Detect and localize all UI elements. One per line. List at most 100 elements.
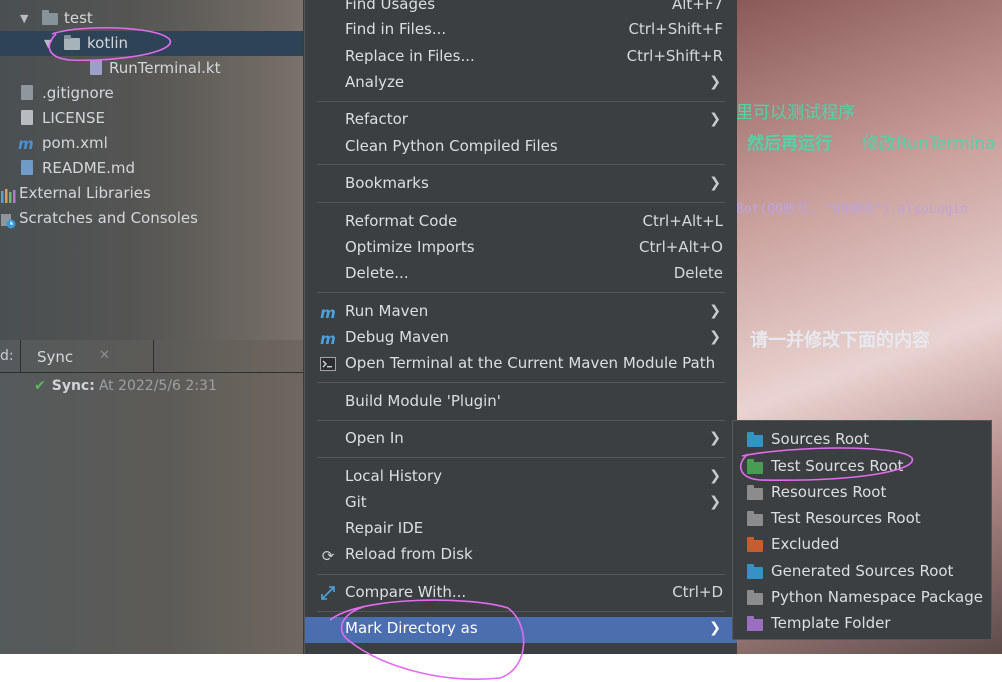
menu-item-analyze[interactable]: Analyze ❯ bbox=[305, 71, 737, 97]
check-icon: ✔ bbox=[34, 378, 46, 394]
menu-item-repair-ide[interactable]: Repair IDE bbox=[305, 517, 737, 543]
menu-item-reload-from-disk[interactable]: ⟳ Reload from Disk bbox=[305, 543, 737, 569]
chevron-right-icon: ❯ bbox=[709, 111, 721, 127]
tree-item-label: kotlin bbox=[87, 34, 129, 52]
tab-sync[interactable]: Sync ✕ bbox=[20, 340, 154, 372]
context-menu: Find Usages Alt+F7 Find in Files... Ctrl… bbox=[304, 0, 737, 654]
folder-icon bbox=[64, 35, 80, 51]
tree-item-label: LICENSE bbox=[42, 109, 105, 127]
menu-item-run-maven[interactable]: m Run Maven ❯ bbox=[305, 300, 737, 326]
chevron-right-icon: ❯ bbox=[709, 74, 721, 90]
sync-status-time: At 2022/5/6 2:31 bbox=[98, 378, 217, 394]
menu-item-find-in-files[interactable]: Find in Files... Ctrl+Shift+F bbox=[305, 18, 737, 44]
close-icon[interactable]: ✕ bbox=[99, 348, 110, 363]
submenu-item-template-folder[interactable]: Template Folder bbox=[733, 611, 991, 637]
reload-icon: ⟳ bbox=[321, 547, 335, 565]
submenu-item-label: Template Folder bbox=[771, 614, 891, 632]
menu-item-mark-directory-as[interactable]: Mark Directory as ❯ bbox=[305, 617, 737, 643]
submenu-item-python-namespace-package[interactable]: Python Namespace Package bbox=[733, 585, 991, 611]
menu-item-shortcut: Alt+F7 bbox=[671, 0, 723, 13]
submenu-item-label: Generated Sources Root bbox=[771, 562, 954, 580]
menu-item-label: Reformat Code bbox=[345, 212, 458, 230]
submenu-item-generated-sources-root[interactable]: Generated Sources Root bbox=[733, 559, 991, 585]
menu-item-open-in[interactable]: Open In ❯ bbox=[305, 427, 737, 453]
menu-item-compare-with[interactable]: Compare With... Ctrl+D bbox=[305, 581, 737, 607]
menu-item-shortcut: Ctrl+Alt+L bbox=[642, 212, 724, 230]
chevron-right-icon: ❯ bbox=[709, 468, 721, 484]
ide-window: ▼ test ▼ kotlin RunTerminal.kt .gitignor… bbox=[0, 0, 1002, 654]
chevron-down-icon[interactable]: ▼ bbox=[44, 31, 52, 56]
build-tab-bar: d: Sync ✕ bbox=[0, 340, 303, 373]
chevron-right-icon: ❯ bbox=[709, 329, 721, 345]
template-folder-icon bbox=[747, 616, 763, 631]
menu-item-git[interactable]: Git ❯ bbox=[305, 491, 737, 517]
submenu-item-label: Test Resources Root bbox=[771, 509, 921, 527]
chevron-right-icon: ❯ bbox=[709, 620, 721, 636]
menu-item-open-terminal-maven[interactable]: Open Terminal at the Current Maven Modul… bbox=[305, 352, 737, 378]
chevron-right-icon: ❯ bbox=[709, 494, 721, 510]
maven-run-icon: m bbox=[320, 304, 336, 322]
libraries-icon bbox=[0, 187, 16, 203]
editor-text-line: 请一并修改下面的内容 bbox=[750, 330, 930, 351]
submenu-item-excluded[interactable]: Excluded bbox=[733, 532, 991, 558]
tree-item-label: Scratches and Consoles bbox=[19, 209, 198, 227]
menu-separator bbox=[317, 101, 725, 102]
menu-item-shortcut: Ctrl+Shift+F bbox=[628, 20, 723, 38]
menu-item-label: Debug Maven bbox=[345, 328, 449, 346]
chevron-right-icon: ❯ bbox=[709, 303, 721, 319]
menu-item-label: Refactor bbox=[345, 110, 408, 128]
menu-item-label: Find Usages bbox=[345, 0, 436, 13]
menu-item-shortcut: Ctrl+Alt+O bbox=[639, 238, 723, 256]
menu-item-delete[interactable]: Delete... Delete bbox=[305, 262, 737, 288]
menu-item-label: Repair IDE bbox=[345, 519, 424, 537]
tree-item-label: RunTerminal.kt bbox=[109, 59, 221, 77]
menu-item-build-module[interactable]: Build Module 'Plugin' bbox=[305, 390, 737, 416]
menu-item-label: Reload from Disk bbox=[345, 545, 473, 563]
sync-status-row[interactable]: ✔ Sync: At 2022/5/6 2:31 bbox=[34, 378, 217, 394]
editor-text-line: ，然后再运行 bbox=[730, 134, 832, 154]
menu-item-label: Analyze bbox=[345, 73, 405, 91]
menu-item-reformat-code[interactable]: Reformat Code Ctrl+Alt+L bbox=[305, 210, 737, 236]
submenu-item-test-sources-root[interactable]: Test Sources Root bbox=[733, 454, 991, 480]
tree-item-label: README.md bbox=[42, 159, 136, 177]
menu-item-clean-python[interactable]: Clean Python Compiled Files bbox=[305, 135, 737, 161]
menu-separator bbox=[317, 202, 725, 203]
menu-separator bbox=[317, 611, 725, 612]
tab-sync-label: Sync bbox=[37, 348, 74, 366]
menu-item-shortcut: Ctrl+D bbox=[672, 583, 723, 601]
menu-item-debug-maven[interactable]: m Debug Maven ❯ bbox=[305, 326, 737, 352]
menu-item-label: Mark Directory as bbox=[345, 619, 478, 637]
folder-icon bbox=[42, 10, 58, 26]
test-resources-root-folder-icon bbox=[747, 511, 763, 526]
tree-item-label: External Libraries bbox=[19, 184, 151, 202]
maven-icon: m bbox=[18, 135, 34, 153]
submenu-item-resources-root[interactable]: Resources Root bbox=[733, 480, 991, 506]
menu-item-shortcut: Delete bbox=[673, 264, 723, 282]
menu-item-label: Open Terminal at the Current Maven Modul… bbox=[345, 354, 716, 372]
menu-item-replace-in-files[interactable]: Replace in Files... Ctrl+Shift+R bbox=[305, 45, 737, 71]
compare-icon bbox=[319, 585, 337, 603]
menu-separator bbox=[317, 420, 725, 421]
menu-item-label: Optimize Imports bbox=[345, 238, 475, 256]
menu-item-optimize-imports[interactable]: Optimize Imports Ctrl+Alt+O bbox=[305, 236, 737, 262]
maven-debug-icon: m bbox=[320, 330, 336, 348]
menu-item-label: Replace in Files... bbox=[345, 47, 475, 65]
menu-item-label: Local History bbox=[345, 467, 443, 485]
python-namespace-folder-icon bbox=[747, 590, 763, 605]
menu-item-label: Bookmarks bbox=[345, 174, 429, 192]
submenu-item-test-resources-root[interactable]: Test Resources Root bbox=[733, 506, 991, 532]
submenu-item-sources-root[interactable]: Sources Root bbox=[733, 427, 991, 453]
menu-item-bookmarks[interactable]: Bookmarks ❯ bbox=[305, 172, 737, 198]
menu-item-refactor[interactable]: Refactor ❯ bbox=[305, 108, 737, 134]
gitignore-file-icon bbox=[19, 85, 35, 101]
chevron-right-icon: ❯ bbox=[709, 430, 721, 446]
editor-text-line: 修改RunTermina bbox=[862, 134, 996, 154]
menu-item-local-history[interactable]: Local History ❯ bbox=[305, 465, 737, 491]
tree-item-kotlin[interactable]: ▼ kotlin bbox=[0, 31, 303, 56]
sync-status-label: Sync: bbox=[51, 378, 95, 394]
chevron-down-icon[interactable]: ▼ bbox=[20, 6, 28, 31]
menu-item-find-usages[interactable]: Find Usages Alt+F7 bbox=[305, 0, 737, 19]
menu-separator bbox=[317, 164, 725, 165]
project-tree-panel: ▼ test ▼ kotlin RunTerminal.kt .gitignor… bbox=[0, 0, 303, 340]
editor-text-line: 里可以测试程序 bbox=[736, 103, 855, 123]
